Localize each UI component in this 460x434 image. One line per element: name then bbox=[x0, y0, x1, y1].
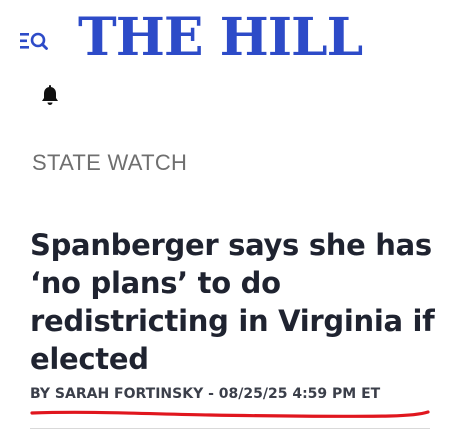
bell-icon[interactable] bbox=[38, 84, 62, 108]
article-byline: BY SARAH FORTINSKY - 08/25/25 4:59 PM ET bbox=[30, 386, 380, 402]
divider bbox=[30, 428, 430, 429]
site-logo[interactable]: THE HILL bbox=[78, 8, 363, 68]
menu-search-icon[interactable] bbox=[20, 30, 48, 52]
byline-prefix: BY bbox=[30, 386, 51, 402]
menu-search-icon-graphic bbox=[20, 32, 48, 50]
byline-separator: - bbox=[208, 386, 214, 402]
red-underline-annotation bbox=[30, 410, 430, 419]
section-label[interactable]: STATE WATCH bbox=[32, 150, 187, 176]
article-page: THE HILL STATE WATCH Spanberger says she… bbox=[0, 0, 460, 434]
article-headline: Spanberger says she has ‘no plans’ to do… bbox=[30, 228, 435, 376]
bell-icon-graphic bbox=[42, 85, 58, 105]
byline-author-link[interactable]: SARAH FORTINSKY bbox=[55, 386, 203, 402]
byline-datetime: 08/25/25 4:59 PM ET bbox=[218, 386, 381, 402]
